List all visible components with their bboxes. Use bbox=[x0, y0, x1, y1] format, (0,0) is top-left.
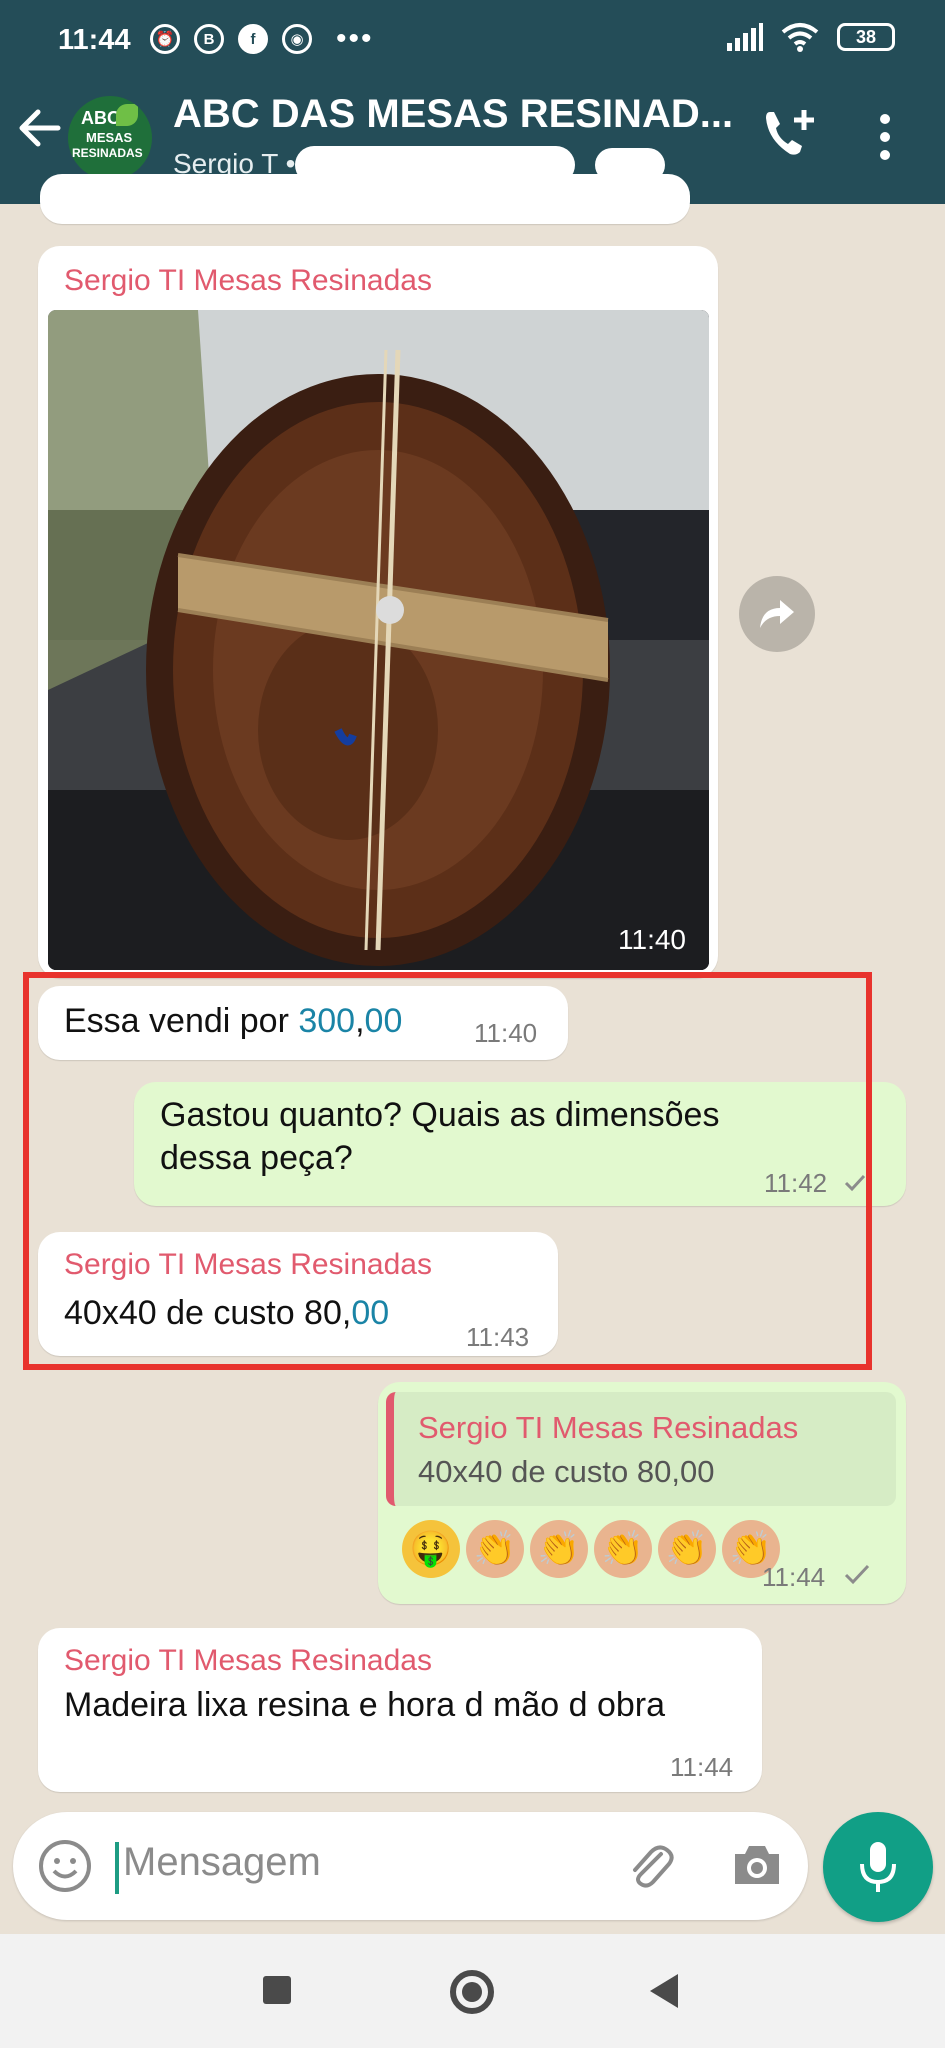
emoji-row: 🤑 👏 👏 👏 👏 👏 bbox=[402, 1520, 780, 1578]
system-navigation-bar bbox=[0, 1934, 945, 2048]
chrome-icon: ◉ bbox=[282, 24, 312, 54]
quoted-text: 40x40 de custo 80,00 bbox=[418, 1454, 715, 1489]
status-time: 11:44 bbox=[58, 24, 131, 56]
text-cursor bbox=[115, 1842, 119, 1894]
home-button[interactable] bbox=[450, 1970, 494, 2014]
message-text: Madeira lixa resina e hora d mão d obra bbox=[64, 1686, 665, 1724]
status-bar: 11:44 ⏰ B f ◉ ••• 38 bbox=[0, 0, 945, 82]
previous-message-bubble bbox=[40, 174, 690, 224]
clapping-hands-icon: 👏 bbox=[658, 1520, 716, 1578]
sent-tick-icon bbox=[844, 1564, 870, 1585]
signal-icon bbox=[727, 23, 763, 51]
round-wooden-tray-with-burlap-image[interactable]: 11:40 bbox=[48, 310, 709, 970]
forward-icon bbox=[760, 600, 794, 628]
group-avatar[interactable]: ABC MESAS RESINADAS bbox=[68, 96, 152, 180]
message-input[interactable] bbox=[123, 1840, 563, 1885]
notification-icons: ⏰ B f ◉ ••• bbox=[150, 24, 374, 54]
sender-name: Sergio TI Mesas Resinadas bbox=[64, 1644, 432, 1677]
back-arrow-icon[interactable] bbox=[18, 106, 62, 150]
avatar-line-3: RESINADAS bbox=[72, 146, 143, 160]
avatar-line-1: ABC bbox=[81, 108, 120, 128]
microphone-icon bbox=[860, 1842, 896, 1892]
message-composer bbox=[13, 1812, 808, 1920]
quoted-message[interactable]: Sergio TI Mesas Resinadas 40x40 de custo… bbox=[386, 1392, 896, 1506]
voice-record-button[interactable] bbox=[823, 1812, 933, 1922]
chat-thread[interactable]: Sergio TI Mesas Resinadas 11:40 Essa ven… bbox=[0, 174, 945, 1804]
highlight-box bbox=[23, 972, 872, 1370]
clapping-hands-icon: 👏 bbox=[594, 1520, 652, 1578]
system-icons: 38 bbox=[727, 22, 895, 52]
wifi-icon bbox=[781, 23, 819, 52]
message-time: 11:44 bbox=[762, 1562, 826, 1592]
message-time: 11:44 bbox=[670, 1752, 734, 1782]
clapping-hands-icon: 👏 bbox=[530, 1520, 588, 1578]
alarm-icon: ⏰ bbox=[150, 24, 180, 54]
overflow-menu-icon[interactable] bbox=[878, 112, 892, 162]
attach-icon[interactable] bbox=[625, 1840, 677, 1892]
emoji-icon[interactable] bbox=[37, 1838, 93, 1894]
sender-name: Sergio TI Mesas Resinadas bbox=[64, 264, 432, 297]
money-mouth-face-icon: 🤑 bbox=[402, 1520, 460, 1578]
recents-button[interactable] bbox=[263, 1976, 291, 2004]
more-icon: ••• bbox=[336, 22, 374, 55]
battery-icon: 38 bbox=[837, 23, 895, 51]
facebook-icon: f bbox=[238, 24, 268, 54]
message-time: 11:40 bbox=[618, 924, 686, 955]
b-badge-icon: B bbox=[194, 24, 224, 54]
avatar-line-2: MESAS bbox=[86, 130, 133, 145]
forward-button[interactable] bbox=[739, 576, 815, 652]
back-button[interactable] bbox=[650, 1974, 678, 2008]
add-call-icon[interactable] bbox=[760, 104, 818, 162]
clapping-hands-icon: 👏 bbox=[466, 1520, 524, 1578]
leaf-logo-icon bbox=[116, 104, 138, 126]
quoted-sender: Sergio TI Mesas Resinadas bbox=[418, 1410, 799, 1445]
incoming-message-bubble[interactable]: Sergio TI Mesas Resinadas Madeira lixa r… bbox=[38, 1628, 762, 1792]
chat-title[interactable]: ABC DAS MESAS RESINAD... bbox=[173, 92, 733, 137]
camera-icon[interactable] bbox=[731, 1842, 783, 1888]
